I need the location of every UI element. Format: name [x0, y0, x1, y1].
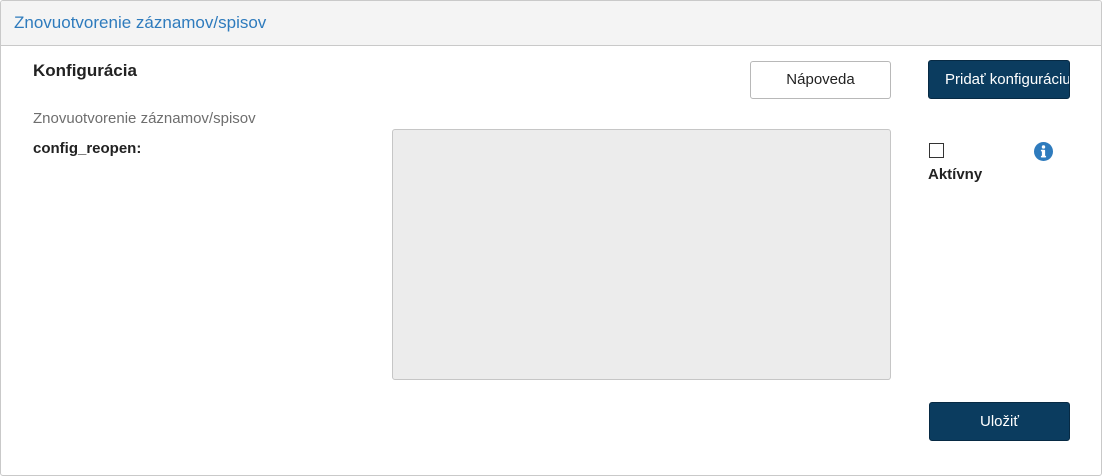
config-field-label: config_reopen: [33, 140, 142, 157]
config-panel: Znovuotvorenie záznamov/spisov Konfigurá… [0, 0, 1102, 476]
config-reopen-textarea[interactable] [392, 129, 891, 380]
panel-title: Znovuotvorenie záznamov/spisov [14, 13, 267, 32]
section-title: Konfigurácia [33, 61, 137, 80]
active-checkbox[interactable] [929, 143, 944, 158]
help-button[interactable]: Nápoveda [750, 61, 891, 99]
active-label: Aktívny [928, 166, 983, 183]
config-description: Znovuotvorenie záznamov/spisov [33, 110, 256, 127]
panel-header: Znovuotvorenie záznamov/spisov [1, 1, 1101, 46]
add-configuration-button[interactable]: Pridať konfiguráciu [928, 60, 1070, 99]
save-button[interactable]: Uložiť [929, 402, 1070, 441]
info-icon[interactable] [1034, 142, 1053, 161]
